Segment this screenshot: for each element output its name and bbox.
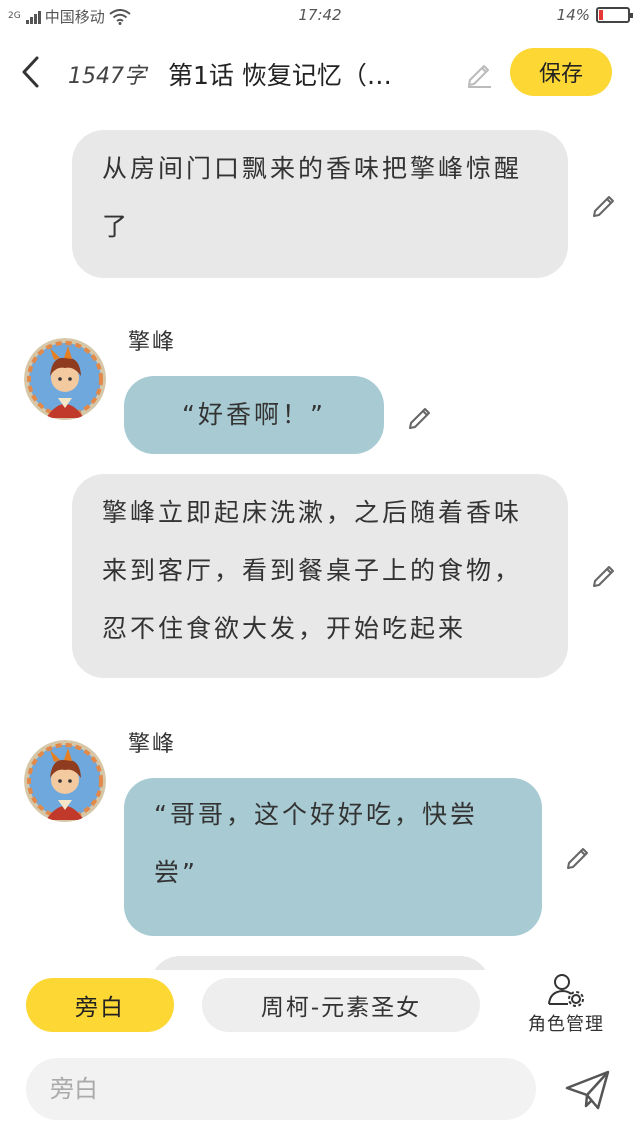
pencil-icon (409, 408, 430, 429)
speaker-name: 擎峰 (128, 732, 177, 757)
battery-percent: 14% (556, 6, 590, 24)
speaker-avatar[interactable] (24, 740, 106, 822)
avatar-image (24, 740, 106, 822)
message-input[interactable] (26, 1058, 536, 1120)
edit-message-button[interactable] (406, 402, 436, 432)
pencil-icon (468, 65, 491, 88)
back-button[interactable] (12, 52, 48, 92)
role-manage-button[interactable]: 角色管理 (514, 972, 618, 1040)
status-right: 14% (556, 6, 633, 24)
speaker-avatar[interactable] (24, 338, 106, 420)
edit-message-button[interactable] (590, 560, 620, 590)
save-button[interactable]: 保存 (510, 48, 612, 96)
chapter-title[interactable]: 第1话 恢复记忆（… (168, 56, 460, 92)
status-time: 17:42 (298, 6, 342, 24)
narration-bubble[interactable]: 从房间门口飘来的香味把擎峰惊醒了 (72, 130, 568, 278)
pencil-icon (567, 848, 588, 869)
chevron-left-icon (22, 56, 39, 88)
edit-title-button[interactable] (464, 58, 494, 88)
status-bar: 2G 中国移动 17:42 14% (0, 0, 640, 32)
send-button[interactable] (560, 1064, 616, 1116)
role-chip-narrator[interactable]: 旁白 (26, 978, 174, 1032)
word-count: 1547字 (68, 64, 146, 89)
battery-icon (596, 7, 633, 23)
battery-level-fill (599, 10, 603, 20)
edit-message-button[interactable] (590, 190, 620, 220)
speaker-name: 擎峰 (128, 330, 177, 355)
dialogue-bubble[interactable]: “好香啊！” (124, 376, 384, 454)
narration-bubble[interactable]: 擎峰立即起床洗漱，之后随着香味来到客厅，看到餐桌子上的食物，忍不住食欲大发，开始… (72, 474, 568, 678)
pencil-icon (593, 566, 614, 587)
dialogue-bubble[interactable]: “哥哥，这个好好吃，快尝尝” (124, 778, 542, 936)
send-icon (565, 1070, 610, 1110)
role-manage-label: 角色管理 (528, 1014, 604, 1035)
user-gear-icon (548, 974, 584, 1007)
role-selector: 旁白 周柯-元素圣女 角色管理 (0, 972, 640, 1042)
chat-area[interactable]: 从房间门口飘来的香味把擎峰惊醒了 擎峰 “好香啊！” 擎峰立即起床洗漱，之后随着 (0, 110, 640, 970)
composer (0, 1052, 640, 1128)
pencil-icon (593, 196, 614, 217)
role-chip-character[interactable]: 周柯-元素圣女 (202, 978, 480, 1032)
avatar-image (24, 338, 106, 420)
editor-header: 1547字 第1话 恢复记忆（… 保存 (0, 40, 640, 104)
edit-message-button[interactable] (564, 842, 594, 872)
next-message-bubble[interactable] (150, 956, 490, 970)
